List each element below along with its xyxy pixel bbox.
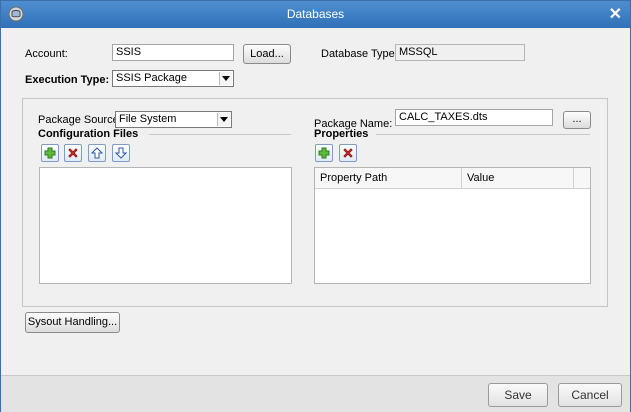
execution-type-select[interactable]: SSIS Package	[112, 70, 234, 87]
account-input[interactable]: SSIS	[112, 44, 234, 61]
remove-config-button[interactable]	[64, 144, 82, 162]
dialog-footer: Save Cancel	[1, 375, 630, 412]
column-header-value[interactable]: Value	[462, 168, 574, 188]
add-icon	[318, 147, 330, 159]
package-source-select[interactable]: File System	[115, 111, 232, 128]
package-name-input[interactable]: CALC_TAXES.dts	[395, 109, 553, 126]
properties-grid[interactable]: Property Path Value	[314, 167, 591, 284]
sysout-handling-button[interactable]: Sysout Handling...	[25, 312, 120, 333]
window-title: Databases	[286, 7, 345, 21]
add-config-button[interactable]	[41, 144, 59, 162]
remove-property-button[interactable]	[339, 144, 357, 162]
browse-button[interactable]: ...	[563, 111, 591, 129]
section-divider	[376, 134, 590, 135]
title-bar: Databases ✕	[1, 1, 630, 28]
properties-heading: Properties	[314, 128, 369, 140]
add-property-button[interactable]	[315, 144, 333, 162]
move-down-button[interactable]	[112, 144, 130, 162]
close-icon[interactable]: ✕	[609, 4, 622, 24]
arrow-down-icon	[115, 147, 127, 159]
section-divider	[149, 134, 291, 135]
remove-icon	[68, 148, 78, 158]
account-label: Account:	[25, 48, 68, 60]
load-button[interactable]: Load...	[243, 44, 291, 64]
configuration-files-heading: Configuration Files	[38, 128, 139, 140]
package-source-label: Package Source:	[38, 114, 122, 126]
database-type-label: Database Type:	[321, 48, 398, 60]
configuration-files-list[interactable]	[39, 167, 292, 284]
remove-icon	[343, 148, 353, 158]
chevron-down-icon	[219, 72, 232, 85]
execution-type-label: Execution Type:	[25, 74, 110, 86]
database-type-field: MSSQL	[395, 44, 525, 61]
add-icon	[44, 147, 56, 159]
column-header-property-path[interactable]: Property Path	[315, 168, 462, 188]
chevron-down-icon	[217, 113, 230, 126]
databases-dialog: Databases ✕ Account: SSIS Load... Databa…	[0, 0, 631, 412]
arrow-up-icon	[91, 147, 103, 159]
save-button[interactable]: Save	[488, 383, 548, 407]
package-source-value: File System	[119, 113, 177, 125]
execution-type-value: SSIS Package	[116, 72, 187, 84]
properties-grid-header: Property Path Value	[315, 168, 590, 189]
move-up-button[interactable]	[88, 144, 106, 162]
cancel-button[interactable]: Cancel	[558, 383, 622, 407]
